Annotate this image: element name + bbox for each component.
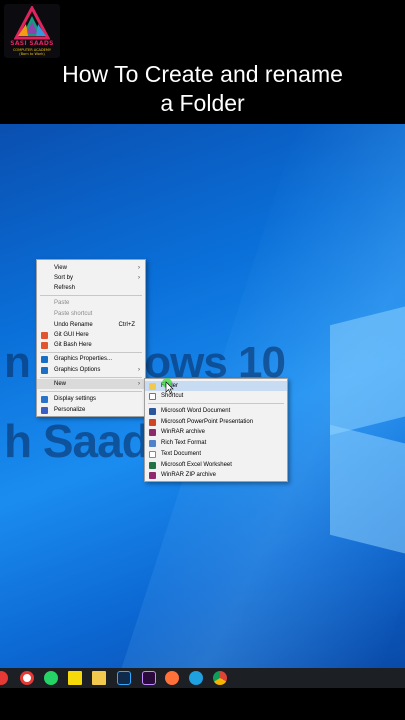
menu-item-label: Paste <box>54 300 70 306</box>
submenu-item-rtf[interactable]: Rich Text Format <box>145 438 287 448</box>
video-header: SASI SAADS COMPUTER ACADEMY (Born to Wor… <box>0 0 405 124</box>
menu-separator <box>40 295 142 296</box>
video-bottom-bar <box>0 688 405 720</box>
menu-item-label: Undo Rename <box>54 322 93 328</box>
menu-item-paste[interactable]: Paste <box>37 298 145 308</box>
submenu-item-winrar-zip[interactable]: WinRAR ZIP archive <box>145 470 287 480</box>
submenu-item-powerpoint[interactable]: Microsoft PowerPoint Presentation <box>145 417 287 427</box>
watermark-line-2: h Saadi <box>4 415 162 467</box>
menu-item-graphics-options[interactable]: Graphics Options › <box>37 365 145 375</box>
menu-item-label: Graphics Options <box>54 367 101 373</box>
intel-graphics-icon <box>41 356 48 363</box>
menu-item-label: Microsoft PowerPoint Presentation <box>161 419 254 425</box>
academy-logo: SASI SAADS COMPUTER ACADEMY (Born to Wor… <box>4 4 60 58</box>
rtf-icon <box>149 440 156 447</box>
record-icon[interactable] <box>20 671 34 685</box>
menu-item-label: New <box>54 381 67 387</box>
logo-name: SASI SAADS <box>10 40 54 47</box>
menu-item-sort-by[interactable]: Sort by › <box>37 273 145 283</box>
wallpaper-windows-logo-upper <box>330 302 405 436</box>
sticky-notes-icon[interactable] <box>68 671 82 685</box>
opera-icon[interactable] <box>0 671 8 685</box>
git-bash-icon <box>41 342 48 349</box>
submenu-item-word[interactable]: Microsoft Word Document <box>145 406 287 416</box>
firefox-icon[interactable] <box>165 671 179 685</box>
menu-item-label: Microsoft Excel Worksheet <box>161 462 232 468</box>
file-explorer-icon[interactable] <box>92 671 106 685</box>
menu-item-label: WinRAR archive <box>161 429 206 435</box>
chevron-right-icon: › <box>138 275 140 281</box>
menu-item-label: Sort by <box>54 275 74 281</box>
folder-icon <box>149 383 156 390</box>
menu-item-label: Text Document <box>161 451 202 457</box>
menu-item-new[interactable]: New › <box>37 379 145 389</box>
chevron-right-icon: › <box>138 265 140 271</box>
submenu-item-excel[interactable]: Microsoft Excel Worksheet <box>145 460 287 470</box>
menu-item-label: WinRAR ZIP archive <box>161 472 216 478</box>
excel-icon <box>149 462 156 469</box>
chevron-right-icon: › <box>138 367 140 373</box>
menu-item-shortcut: Ctrl+Z <box>118 322 136 328</box>
menu-item-label: Display settings <box>54 396 97 402</box>
submenu-item-winrar[interactable]: WinRAR archive <box>145 427 287 437</box>
menu-item-label: Git Bash Here <box>54 342 92 348</box>
photoshop-icon[interactable] <box>117 671 131 685</box>
menu-item-refresh[interactable]: Refresh <box>37 283 145 293</box>
menu-separator <box>40 377 142 378</box>
menu-separator <box>40 352 142 353</box>
video-title: How To Create and rename a Folder <box>0 60 405 118</box>
title-line-2: a Folder <box>160 90 245 116</box>
logo-tagline: COMPUTER ACADEMY (Born to Work) <box>4 48 60 56</box>
word-icon <box>149 408 156 415</box>
menu-separator <box>40 391 142 392</box>
personalize-icon <box>41 407 48 414</box>
logo-slogan-text: (Born to Work) <box>19 52 45 56</box>
menu-item-display-settings[interactable]: Display settings <box>37 394 145 404</box>
taskbar <box>0 668 405 688</box>
mouse-pointer-icon <box>162 378 174 394</box>
chrome-icon[interactable] <box>213 671 227 685</box>
menu-item-graphics-properties[interactable]: Graphics Properties... <box>37 354 145 364</box>
chevron-right-icon: › <box>138 381 140 387</box>
submenu-item-text-document[interactable]: Text Document <box>145 449 287 459</box>
menu-item-git-gui[interactable]: Git GUI Here <box>37 330 145 340</box>
menu-item-label: Graphics Properties... <box>54 356 113 362</box>
winrar-icon <box>149 429 156 436</box>
git-gui-icon <box>41 332 48 339</box>
title-line-1: How To Create and rename <box>62 61 343 87</box>
menu-item-label: Microsoft Word Document <box>161 408 231 414</box>
menu-item-view[interactable]: View › <box>37 263 145 273</box>
menu-item-label: Refresh <box>54 285 76 291</box>
shortcut-icon <box>149 393 156 400</box>
menu-item-personalize[interactable]: Personalize <box>37 405 145 415</box>
powerpoint-icon <box>149 419 156 426</box>
menu-item-paste-shortcut[interactable]: Paste shortcut <box>37 309 145 319</box>
winrar-zip-icon <box>149 472 156 479</box>
whatsapp-icon[interactable] <box>44 671 58 685</box>
menu-item-label: Personalize <box>54 407 86 413</box>
display-icon <box>41 396 48 403</box>
menu-separator <box>148 403 284 404</box>
menu-item-label: View <box>54 265 67 271</box>
menu-item-git-bash[interactable]: Git Bash Here <box>37 340 145 350</box>
menu-item-undo-rename[interactable]: Undo Rename Ctrl+Z <box>37 320 145 330</box>
menu-item-label: Paste shortcut <box>54 311 93 317</box>
edge-icon[interactable] <box>189 671 203 685</box>
wallpaper-windows-logo-lower <box>330 424 405 558</box>
menu-item-label: Rich Text Format <box>161 440 207 446</box>
desktop-context-menu: View › Sort by › Refresh Paste Paste sho… <box>36 259 146 417</box>
logo-triangle-icon <box>14 6 50 40</box>
premiere-icon[interactable] <box>142 671 156 685</box>
menu-item-label: Git GUI Here <box>54 332 89 338</box>
text-document-icon <box>149 451 156 458</box>
intel-graphics-icon <box>41 367 48 374</box>
